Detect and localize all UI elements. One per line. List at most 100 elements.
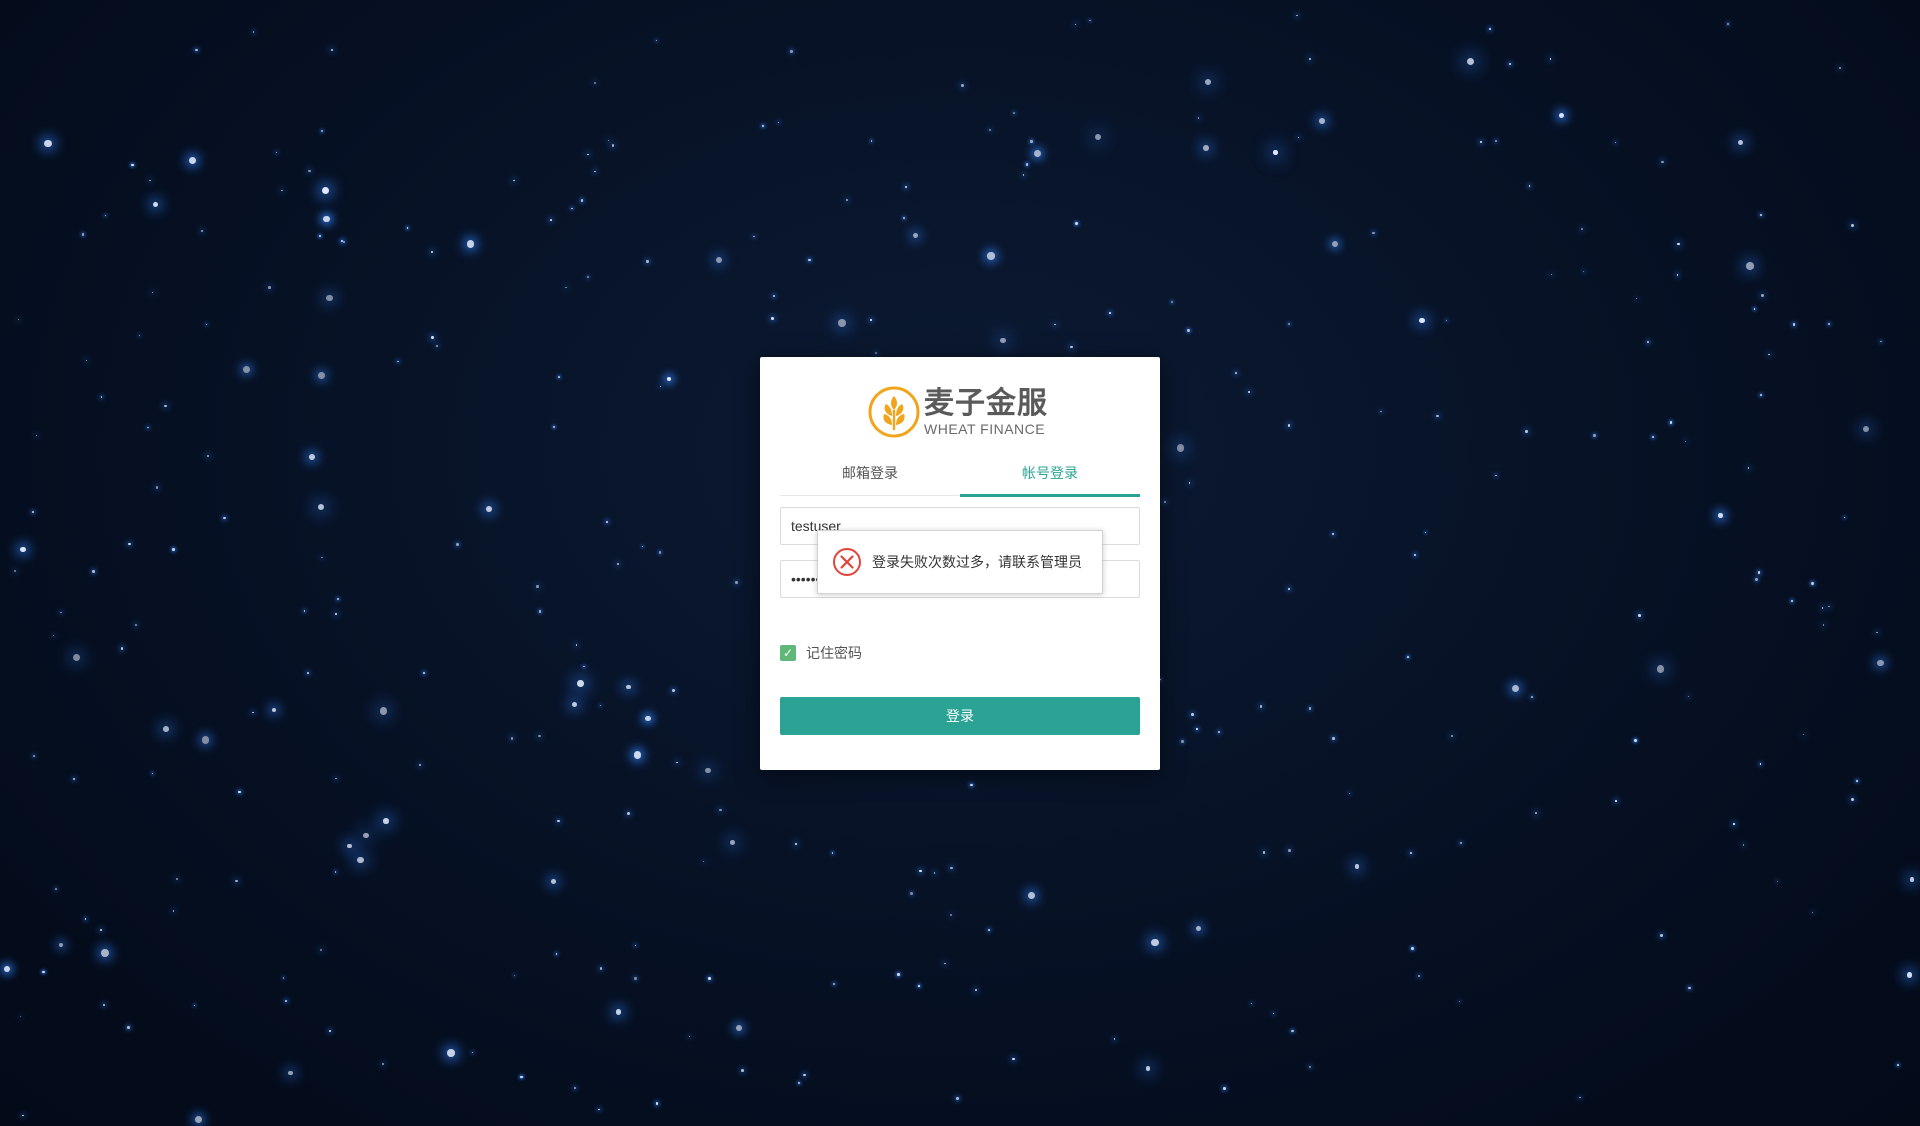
- star: [1223, 1086, 1226, 1090]
- remember-checkbox[interactable]: ✓: [780, 645, 796, 661]
- star: [1424, 531, 1426, 534]
- star: [897, 972, 900, 976]
- star: [672, 688, 676, 692]
- star: [1296, 14, 1298, 17]
- star: [1660, 160, 1664, 164]
- star: [1906, 972, 1913, 978]
- star: [396, 360, 399, 363]
- star: [1181, 739, 1185, 743]
- star: [1489, 28, 1492, 31]
- star: [334, 777, 337, 780]
- star: [904, 185, 908, 188]
- star: [1638, 614, 1641, 617]
- star: [970, 783, 973, 786]
- star: [1247, 391, 1251, 394]
- star: [1760, 294, 1764, 298]
- star: [151, 773, 154, 775]
- star: [104, 214, 107, 217]
- star: [1187, 329, 1190, 332]
- star: [565, 286, 567, 288]
- brand-name-cn: 麦子金服: [924, 386, 1048, 421]
- star: [1054, 323, 1056, 325]
- star: [422, 672, 425, 675]
- star: [1332, 533, 1334, 535]
- star: [1170, 300, 1173, 303]
- star: [383, 818, 389, 824]
- star: [20, 546, 26, 553]
- star: [1792, 323, 1795, 326]
- star: [777, 122, 779, 124]
- login-button[interactable]: 登录: [780, 697, 1140, 735]
- star: [128, 542, 131, 546]
- star: [790, 50, 794, 54]
- star: [1821, 607, 1824, 609]
- star: [223, 516, 226, 520]
- star: [127, 1026, 130, 1029]
- star: [1897, 1064, 1899, 1066]
- star: [1407, 656, 1409, 658]
- star: [1688, 987, 1691, 990]
- star: [252, 711, 254, 714]
- star: [53, 635, 55, 637]
- star: [283, 977, 285, 979]
- star: [343, 241, 346, 243]
- star: [950, 867, 953, 870]
- star: [1203, 144, 1210, 151]
- star: [1308, 707, 1312, 710]
- star: [580, 199, 584, 202]
- star: [1760, 763, 1762, 765]
- star: [284, 999, 288, 1003]
- star: [626, 684, 631, 690]
- star: [188, 156, 197, 165]
- star: [730, 839, 735, 845]
- star: [587, 153, 590, 156]
- star: [1273, 150, 1278, 155]
- star: [317, 371, 325, 380]
- star: [917, 984, 920, 987]
- star: [337, 598, 340, 601]
- star: [1776, 880, 1778, 883]
- star: [615, 1009, 622, 1016]
- star: [1827, 323, 1830, 326]
- remember-password[interactable]: ✓ 记住密码: [780, 643, 862, 663]
- star: [235, 879, 238, 883]
- star: [1418, 975, 1421, 977]
- star: [956, 1097, 959, 1100]
- star: [1011, 1057, 1015, 1061]
- star: [646, 260, 649, 264]
- star: [583, 665, 585, 667]
- star: [594, 170, 596, 173]
- star: [734, 580, 738, 584]
- star: [950, 914, 953, 917]
- star: [555, 953, 558, 955]
- star: [1309, 58, 1311, 60]
- star: [961, 84, 965, 88]
- star: [1811, 582, 1814, 585]
- tab-email-login[interactable]: 邮箱登录: [780, 459, 960, 495]
- star: [1755, 577, 1759, 581]
- star: [634, 977, 637, 980]
- star: [99, 928, 102, 931]
- star: [762, 124, 765, 128]
- star: [1331, 241, 1338, 248]
- star: [13, 569, 17, 573]
- star: [1450, 735, 1453, 738]
- star: [702, 861, 705, 863]
- star: [155, 486, 159, 489]
- tab-account-login[interactable]: 帐号登录: [960, 459, 1140, 497]
- star: [303, 610, 306, 612]
- star: [550, 219, 552, 221]
- star: [1188, 482, 1191, 484]
- star: [1635, 298, 1637, 300]
- star: [22, 1114, 24, 1117]
- star: [242, 365, 251, 374]
- star: [539, 610, 542, 613]
- star: [987, 252, 995, 260]
- star: [1733, 823, 1735, 825]
- star: [1877, 659, 1885, 667]
- star: [201, 229, 204, 233]
- star: [1685, 440, 1687, 442]
- star: [1089, 19, 1091, 21]
- star: [689, 1036, 691, 1038]
- error-toast: 登录失败次数过多，请联系管理员: [817, 530, 1103, 594]
